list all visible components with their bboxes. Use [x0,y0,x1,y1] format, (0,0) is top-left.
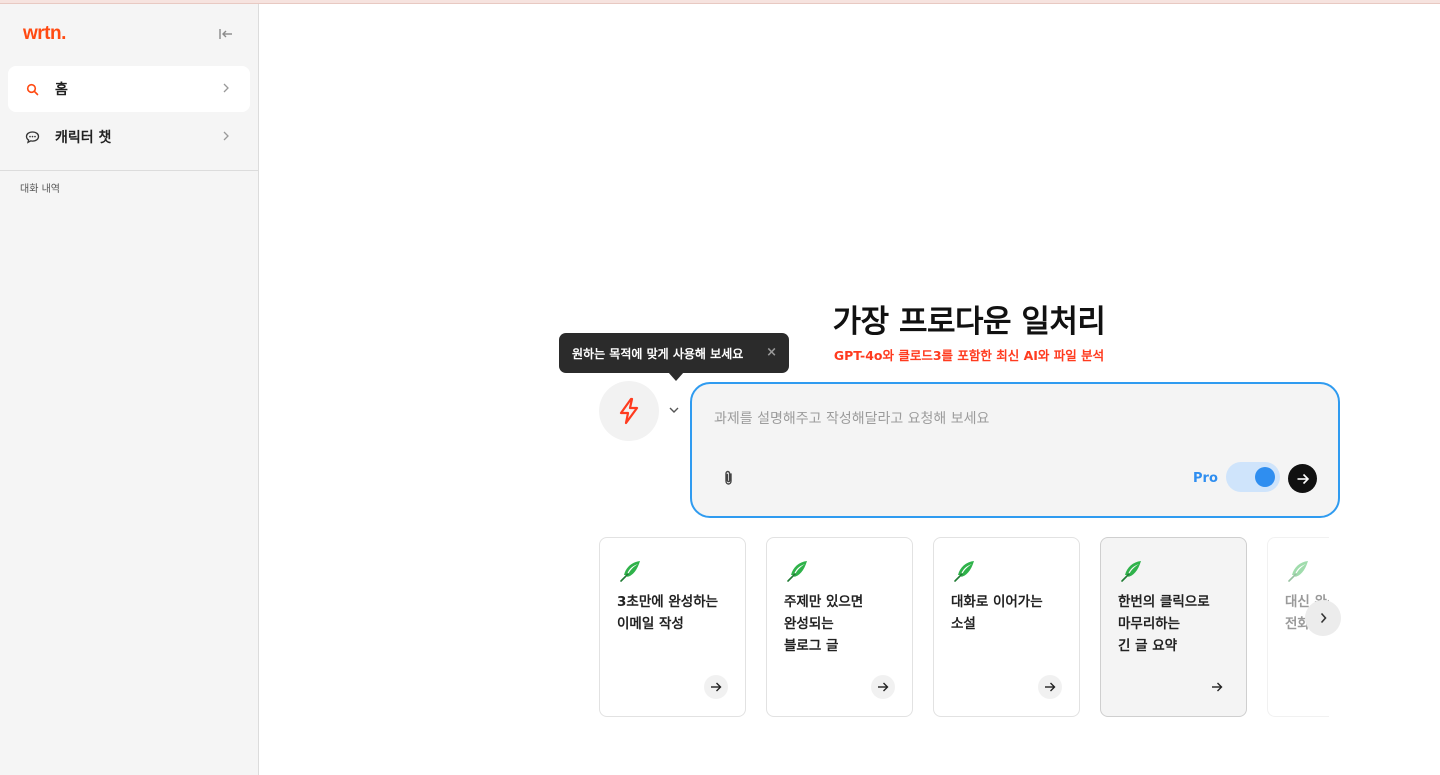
tool-selector-button[interactable] [599,381,659,441]
card-text: 한번의 클릭으로 마무리하는 긴 글 요약 [1118,594,1210,654]
search-icon [24,81,40,97]
chat-history-label: 대화 내역 [20,184,60,195]
card-text: 주제만 있으면 완성되는 블로그 글 [784,594,864,654]
quill-icon [620,561,640,582]
prompt-input[interactable] [714,408,1294,430]
tooltip-close-icon[interactable]: × [766,345,777,360]
chat-bubble-icon [24,129,40,145]
quill-icon [1288,561,1308,582]
arrow-right-icon [1205,675,1229,699]
send-button[interactable] [1288,464,1317,493]
tool-dropdown-toggle[interactable] [666,402,682,418]
quill-icon [787,561,807,582]
pro-toggle-knob [1255,467,1275,487]
suggestion-card[interactable]: 주제만 있으면 완성되는 블로그 글 [766,537,913,717]
sidebar-item-character-chat[interactable]: 캐릭터 챗 [8,114,250,160]
collapse-sidebar-button[interactable] [212,22,240,46]
page-title: 가장 프로다운 일처리 [832,304,1106,340]
suggestion-card[interactable]: 대화로 이어가는 소설 [933,537,1080,717]
arrow-right-icon [1038,675,1062,699]
lightning-icon [619,397,639,425]
sidebar-item-home[interactable]: 홈 [8,66,250,112]
quill-icon [1121,561,1141,582]
sidebar-divider [0,170,259,171]
chevron-right-icon [1320,612,1327,624]
sidebar-item-label: 캐릭터 챗 [55,130,112,146]
usage-tooltip: 원하는 목적에 맞게 사용해 보세요 × [559,333,789,381]
sidebar-item-label: 홈 [55,82,68,98]
attach-file-button[interactable] [720,469,738,487]
page-subtitle: GPT-4o와 클로드3를 포함한 최신 AI와 파일 분석 [833,348,1105,363]
suggestion-carousel: 3초만에 완성하는 이메일 작성 주제만 있으면 완성되는 블로그 글 대화로 … [599,537,1329,719]
arrow-right-icon [871,675,895,699]
wrtn-logo[interactable]: wrtn. [23,23,66,45]
carousel-next-button[interactable] [1305,600,1341,636]
arrow-right-icon [704,675,728,699]
pro-toggle[interactable] [1226,462,1280,492]
collapse-left-icon [219,29,232,39]
pro-label: Pro [1193,471,1218,486]
prompt-box: Pro [690,382,1340,518]
paperclip-icon [725,470,732,485]
sidebar: wrtn. 홈 캐릭터 챗 대화 내역 [0,4,259,775]
card-text: 3초만에 완성하는 이메일 작성 [617,594,719,632]
chevron-right-icon [223,131,229,141]
suggestion-card[interactable]: 3초만에 완성하는 이메일 작성 [599,537,746,717]
quill-icon [954,561,974,582]
arrow-right-icon [1297,473,1309,484]
suggestion-card[interactable]: 한번의 클릭으로 마무리하는 긴 글 요약 [1100,537,1247,717]
tooltip-text: 원하는 목적에 맞게 사용해 보세요 [572,346,744,361]
chevron-right-icon [223,83,229,93]
chevron-down-icon [669,407,679,413]
card-text: 대화로 이어가는 소설 [951,594,1043,632]
